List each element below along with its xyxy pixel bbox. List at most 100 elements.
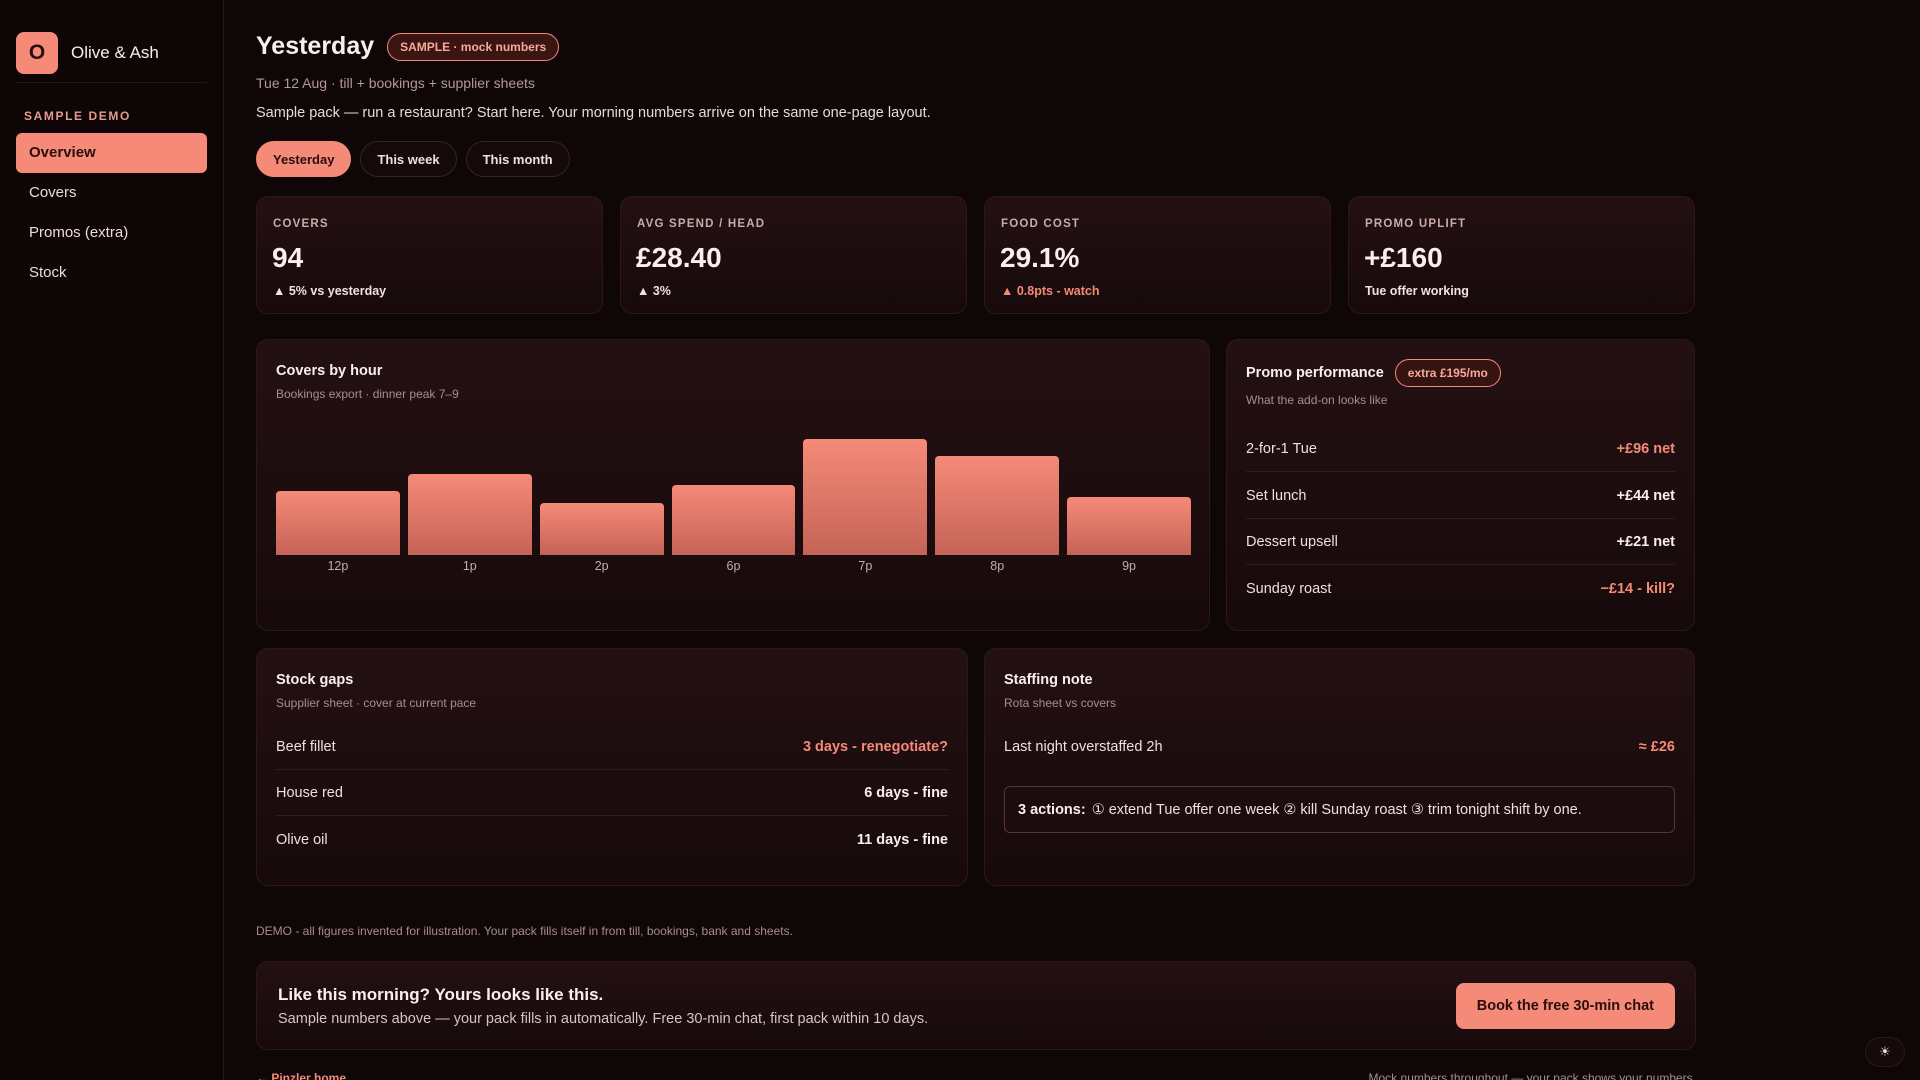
bar-label: 2p — [594, 559, 609, 573]
bar-label: 8p — [990, 559, 1005, 573]
kpi-label: FOOD COST — [1001, 218, 1081, 230]
sidebar-item-promos[interactable]: Promos (extra) — [16, 213, 207, 253]
bar-label: 7p — [858, 559, 873, 573]
promo-row: Sunday roast −£14 - kill? — [1246, 566, 1675, 612]
kpi-delta: ▲ 3% — [637, 284, 671, 298]
kpi-value: +£160 — [1364, 242, 1443, 273]
extra-price-badge: extra £195/mo — [1394, 359, 1501, 387]
actions-label: 3 actions: — [1018, 801, 1086, 818]
stock-row: Olive oil 11 days - fine — [276, 817, 948, 863]
staffing-row: Last night overstaffed 2h ≈ £26 — [1004, 724, 1675, 770]
sidebar: O Olive & Ash SAMPLE DEMO Overview Cover… — [0, 0, 224, 1080]
stock-subtitle: Supplier sheet · cover at current pace — [276, 696, 477, 710]
actions-text: ① extend Tue offer one week ② kill Sunda… — [1091, 801, 1582, 818]
stock-row-value: 3 days - renegotiate? — [802, 738, 948, 755]
stock-row-label: Beef fillet — [276, 738, 336, 755]
footer-note: Mock numbers throughout — your pack show… — [1368, 1071, 1696, 1080]
bar-label: 9p — [1122, 559, 1137, 573]
page-subtitle: Tue 12 Aug · till + bookings + supplier … — [256, 75, 535, 91]
bar-label: 1p — [462, 559, 477, 573]
kpi-delta: Tue offer working — [1365, 284, 1469, 298]
promo-header: Promo performance extra £195/mo — [1246, 359, 1501, 387]
period-tabs: Yesterday This week This month — [256, 141, 1696, 177]
bar-label: 6p — [726, 559, 741, 573]
kpi-value: 94 — [272, 242, 304, 273]
promo-row-label: Set lunch — [1246, 487, 1307, 504]
book-chat-button[interactable]: Book the free 30-min chat — [1455, 983, 1675, 1029]
promo-row-value: +£44 net — [1616, 487, 1675, 504]
bar-1p — [407, 473, 532, 555]
promo-row-value: +£21 net — [1616, 533, 1675, 550]
bar-12p — [276, 491, 400, 555]
staffing-subtitle: Rota sheet vs covers — [1004, 696, 1117, 710]
brand[interactable]: O Olive & Ash — [0, 0, 223, 82]
kpi-value: 29.1% — [1000, 242, 1080, 273]
title-row: Yesterday SAMPLE · mock numbers — [256, 32, 1696, 61]
staffing-note-card: Staffing note Rota sheet vs covers Last … — [984, 648, 1695, 886]
promo-row-label: Dessert upsell — [1246, 533, 1338, 550]
brand-name: Olive & Ash — [71, 43, 159, 62]
promo-row: 2-for-1 Tue +£96 net — [1246, 426, 1675, 472]
promo-row: Set lunch +£44 net — [1246, 473, 1675, 519]
promo-performance-card: Promo performance extra £195/mo What the… — [1226, 339, 1695, 631]
tab-yesterday[interactable]: Yesterday — [256, 141, 352, 177]
bar-9p — [1067, 497, 1191, 555]
sidebar-item-overview[interactable]: Overview — [16, 133, 207, 173]
demo-disclaimer: DEMO - all figures invented for illustra… — [256, 924, 793, 938]
cta-title: Like this morning? Yours looks like this… — [278, 985, 604, 1004]
stock-row-value: 11 days - fine — [856, 832, 948, 848]
kpi-label: COVERS — [273, 218, 329, 230]
tab-this-month[interactable]: This month — [465, 141, 570, 177]
stock-row-label: House red — [276, 784, 343, 801]
kpi-card-covers: COVERS 94 ▲ 5% vs yesterday — [256, 196, 603, 314]
stock-row: House red 6 days - fine — [276, 770, 948, 816]
promo-row: Dessert upsell +£21 net — [1246, 519, 1675, 565]
sidebar-section-label: SAMPLE DEMO — [24, 109, 131, 123]
bar-2p — [539, 502, 664, 555]
staffing-title: Staffing note — [1004, 672, 1093, 688]
promo-subtitle: What the add-on looks like — [1246, 393, 1388, 407]
bar-6p — [671, 485, 796, 555]
kpi-label: PROMO UPLIFT — [1365, 218, 1467, 230]
kpi-card-food-cost: FOOD COST 29.1% ▲ 0.8pts - watch — [984, 196, 1331, 314]
kpi-delta: ▲ 0.8pts - watch — [1001, 284, 1100, 298]
page-intro: Sample pack — run a restaurant? Start he… — [256, 105, 931, 121]
kpi-card-promo-uplift: PROMO UPLIFT +£160 Tue offer working — [1348, 196, 1695, 314]
sidebar-item-stock[interactable]: Stock — [16, 253, 207, 293]
kpi-delta: ▲ 5% vs yesterday — [273, 284, 387, 298]
theme-toggle-icon[interactable]: ☀ — [1865, 1037, 1905, 1067]
bar-7p — [803, 439, 928, 555]
sidebar-item-covers[interactable]: Covers — [16, 173, 207, 213]
stock-gaps-card: Stock gaps Supplier sheet · cover at cur… — [256, 648, 968, 886]
cta-subtitle: Sample numbers above — your pack fills i… — [278, 1011, 929, 1027]
bar-8p — [935, 456, 1060, 555]
stock-row: Beef fillet 3 days - renegotiate? — [276, 724, 948, 770]
promo-row-value: −£14 - kill? — [1600, 581, 1675, 597]
actions-box: 3 actions: ① extend Tue offer one week ②… — [1004, 786, 1675, 833]
bar-chart: 12p 1p 2p 6p 7p 8p 9p — [276, 426, 1191, 626]
kpi-value: £28.40 — [636, 242, 722, 273]
kpi-card-avg-spend: AVG SPEND / HEAD £28.40 ▲ 3% — [620, 196, 967, 314]
home-link[interactable]: ← Pinzler home — [256, 1071, 346, 1080]
staffing-row-value: ≈ £26 — [1638, 739, 1675, 755]
chart-subtitle: Bookings export · dinner peak 7–9 — [276, 387, 459, 401]
kpi-label: AVG SPEND / HEAD — [637, 218, 766, 230]
promo-row-label: 2-for-1 Tue — [1246, 440, 1317, 457]
promo-title: Promo performance — [1246, 365, 1384, 381]
promo-row-value: +£96 net — [1616, 440, 1675, 457]
sidebar-nav: Overview Covers Promos (extra) Stock — [0, 133, 223, 293]
staffing-row-label: Last night overstaffed 2h — [1004, 739, 1163, 755]
promo-row-label: Sunday roast — [1246, 581, 1332, 597]
stock-row-label: Olive oil — [276, 832, 328, 848]
main-content: Yesterday SAMPLE · mock numbers Tue 12 A… — [256, 0, 1696, 1080]
sample-badge: SAMPLE · mock numbers — [387, 32, 560, 61]
brand-logo: O — [16, 32, 58, 74]
cta-banner: Like this morning? Yours looks like this… — [256, 961, 1696, 1050]
page-title: Yesterday — [256, 32, 375, 60]
bar-label: 12p — [327, 559, 349, 573]
chart-title: Covers by hour — [276, 363, 383, 379]
tab-this-week[interactable]: This week — [360, 141, 457, 177]
covers-by-hour-card: Covers by hour Bookings export · dinner … — [256, 339, 1210, 631]
stock-title: Stock gaps — [276, 672, 354, 688]
stock-row-value: 6 days - fine — [864, 784, 948, 801]
